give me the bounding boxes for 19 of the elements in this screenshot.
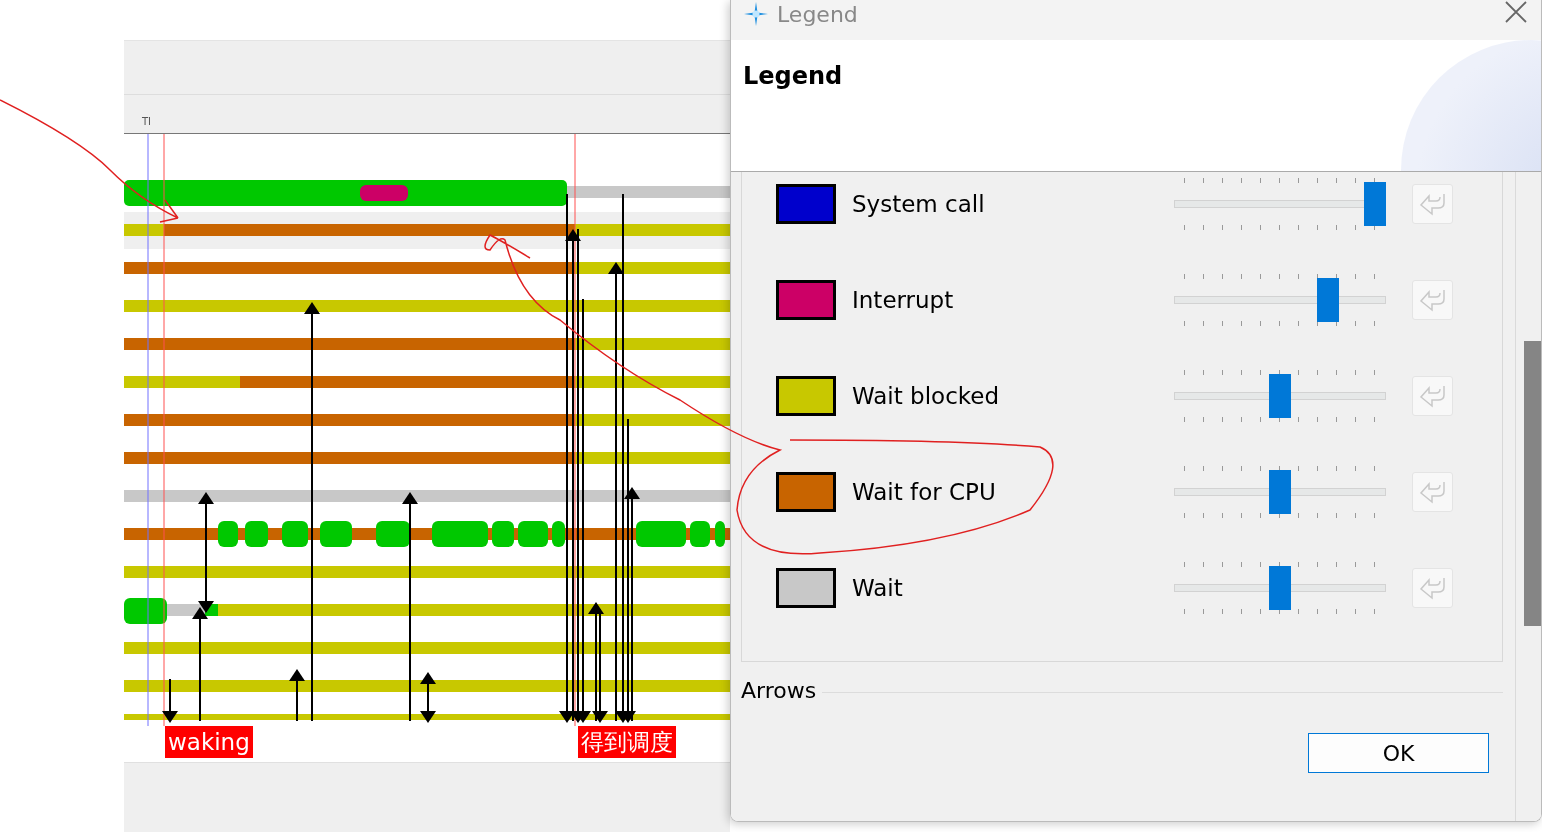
- color-swatch[interactable]: [776, 280, 836, 320]
- color-swatch[interactable]: [776, 568, 836, 608]
- legend-label: Wait: [852, 575, 904, 601]
- legend-label: Wait for CPU: [852, 479, 997, 505]
- legend-label: Interrupt: [852, 287, 955, 313]
- color-swatch[interactable]: [776, 376, 836, 416]
- color-swatch[interactable]: [776, 184, 836, 224]
- scrollbar[interactable]: [1515, 172, 1541, 821]
- color-swatch[interactable]: [776, 472, 836, 512]
- ok-button[interactable]: OK: [1308, 733, 1489, 773]
- legend-label: Wait blocked: [852, 383, 1001, 409]
- group-label: Arrows: [741, 678, 817, 703]
- annotation-label: waking: [165, 725, 253, 758]
- dialog-heading: Legend: [743, 62, 843, 90]
- annotation-label: 得到调度: [577, 725, 676, 758]
- column-header: TI: [142, 115, 152, 127]
- close-button[interactable]: [1503, 0, 1529, 25]
- legend-label: System call: [852, 191, 986, 217]
- window-title: Legend: [777, 1, 859, 27]
